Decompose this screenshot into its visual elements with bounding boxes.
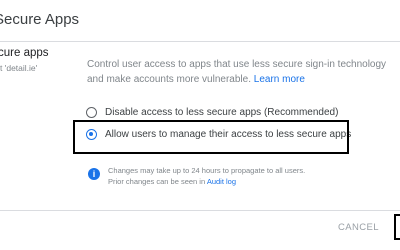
info-line-1: Changes may take up to 24 hours to propa…	[108, 166, 306, 175]
option-disable-access-label: Disable access to less secure apps (Reco…	[105, 106, 339, 118]
description: Control user access to apps that use les…	[87, 57, 387, 87]
footer-divider	[0, 210, 400, 211]
info-line-2-prefix: Prior changes can be seen in	[108, 177, 207, 186]
radio-disable-access[interactable]	[86, 106, 97, 118]
dialog-header: Secure Apps	[0, 0, 400, 42]
dialog-title: Secure Apps	[0, 11, 80, 28]
learn-more-link[interactable]: Learn more	[254, 74, 305, 85]
highlight-marker	[394, 214, 400, 240]
info-icon: i	[88, 168, 100, 180]
option-disable-access[interactable]: Disable access to less secure apps (Reco…	[86, 104, 338, 120]
info-line-2: Prior changes can be seen in Audit log	[108, 176, 305, 187]
section-subtitle: t 'detail.ie'	[0, 63, 38, 73]
selection-highlight-box	[73, 120, 349, 154]
description-text: Control user access to apps that use les…	[87, 59, 387, 85]
secure-apps-dialog: Secure Apps cure apps t 'detail.ie' Cont…	[0, 0, 400, 250]
section-title: cure apps	[0, 47, 49, 59]
cancel-button[interactable]: CANCEL	[330, 219, 387, 237]
audit-log-link[interactable]: Audit log	[207, 177, 236, 186]
info-message: Changes may take up to 24 hours to propa…	[108, 165, 305, 187]
